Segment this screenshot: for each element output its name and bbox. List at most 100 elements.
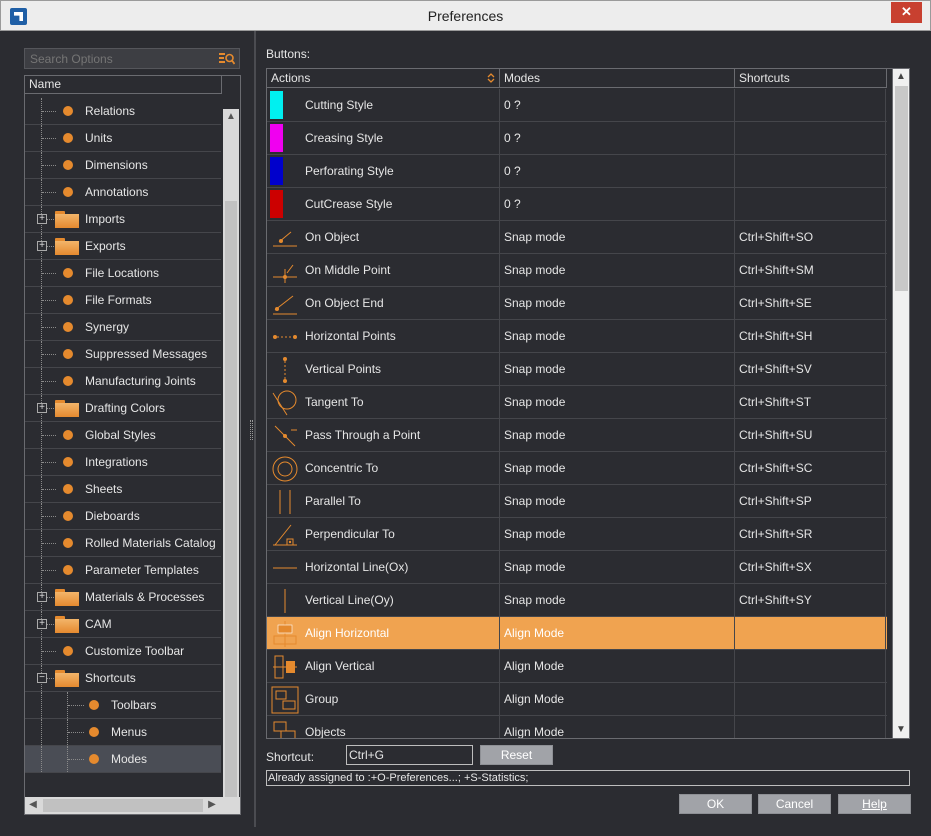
grid-vertical-scrollbar[interactable]: ▲ ▼ [892,69,909,738]
tangent-icon [272,390,297,416]
tree-item[interactable]: Customize Toolbar [25,638,221,665]
splitter-handle[interactable] [250,420,253,440]
close-button[interactable]: ✕ [891,2,922,23]
table-row[interactable]: Objects Align Mode [267,716,887,738]
tree-item[interactable]: File Locations [25,260,221,287]
tree-item-label: Imports [85,212,126,226]
table-row[interactable]: Perforating Style 0 ? [267,155,887,188]
tree-hscroll-thumb[interactable] [43,799,203,812]
bullet-icon [89,754,99,764]
table-row[interactable]: Vertical Line(Oy) Snap mode Ctrl+Shift+SY [267,584,887,617]
tree-item[interactable]: File Formats [25,287,221,314]
tree-horizontal-scrollbar[interactable]: ◀ ▶ [25,797,240,814]
tree-item[interactable]: Global Styles [25,422,221,449]
table-row[interactable]: Align Vertical Align Mode [267,650,887,683]
tree-item-label: Relations [85,104,136,118]
shortcut-input[interactable] [346,745,473,765]
table-row[interactable]: Horizontal Points Snap mode Ctrl+Shift+SH [267,320,887,353]
tree-item[interactable]: + Imports [25,206,221,233]
tree-scroll-thumb[interactable] [225,201,237,806]
grid-scroll-down-icon[interactable]: ▼ [893,722,909,738]
expand-icon[interactable]: + [37,592,47,602]
action-name: Align Horizontal [305,626,390,640]
tree-item[interactable]: Synergy [25,314,221,341]
shortcut-cell: Ctrl+Shift+SH [735,320,886,353]
grid-scroll-thumb[interactable] [895,86,908,291]
scroll-right-icon[interactable]: ▶ [204,797,220,813]
table-row[interactable]: Perpendicular To Snap mode Ctrl+Shift+SR [267,518,887,551]
tree-item-label: Integrations [85,455,148,469]
table-row[interactable]: Vertical Points Snap mode Ctrl+Shift+SV [267,353,887,386]
tree-vertical-scrollbar[interactable]: ▲ ▼ [223,109,239,814]
table-row[interactable]: Creasing Style 0 ? [267,122,887,155]
tree-item[interactable]: Rolled Materials Catalog [25,530,221,557]
tree-item[interactable]: Integrations [25,449,221,476]
tree-item[interactable]: Relations [25,98,221,125]
tree-header-name[interactable]: Name [25,76,222,94]
tree-item[interactable]: Sheets [25,476,221,503]
mode-cell: Snap mode [500,386,735,419]
scroll-up-icon[interactable]: ▲ [223,109,239,125]
action-name: Horizontal Points [305,329,396,343]
perpendicular-icon [273,524,297,546]
tree-item[interactable]: + CAM [25,611,221,638]
tree-item[interactable]: Toolbars [25,692,221,719]
expand-icon[interactable]: + [37,214,47,224]
table-row[interactable]: On Object End Snap mode Ctrl+Shift+SE [267,287,887,320]
table-row[interactable]: Horizontal Line(Ox) Snap mode Ctrl+Shift+S… [267,551,887,584]
align-horizontal-icon [273,621,297,647]
collapse-icon[interactable]: − [37,673,47,683]
table-row[interactable]: Group Align Mode [267,683,887,716]
ok-button[interactable]: OK [679,794,752,814]
tree-item[interactable]: Annotations [25,179,221,206]
action-cell: Vertical Points [267,353,500,386]
action-name: Tangent To [305,395,364,409]
grid-scroll-up-icon[interactable]: ▲ [893,69,909,85]
buttons-section-label: Buttons: [266,47,311,61]
middle-point-icon [273,264,297,283]
sort-icon[interactable] [486,72,496,84]
column-header-modes[interactable]: Modes [500,69,735,88]
expand-icon[interactable]: + [37,619,47,629]
tree-item[interactable]: Modes [25,746,221,773]
tree-item[interactable]: Menus [25,719,221,746]
expand-icon[interactable]: + [37,241,47,251]
table-row[interactable]: Cutting Style 0 ? [267,89,887,122]
table-row[interactable]: CutCrease Style 0 ? [267,188,887,221]
column-header-actions[interactable]: Actions [267,69,500,88]
tree-item[interactable]: − Shortcuts [25,665,221,692]
reset-button[interactable]: Reset [480,745,553,765]
tree-item[interactable]: Parameter Templates [25,557,221,584]
scroll-left-icon[interactable]: ◀ [25,797,41,813]
window-title: Preferences [427,8,504,24]
assigned-info: Already assigned to :+O-Preferences...; … [266,770,910,786]
tree-item[interactable]: + Materials & Processes [25,584,221,611]
mode-cell: Align Mode [500,617,735,650]
expand-icon[interactable]: + [37,403,47,413]
tree-item[interactable]: Manufacturing Joints [25,368,221,395]
action-name: Pass Through a Point [305,428,421,442]
tree-item[interactable]: Units [25,125,221,152]
cancel-button[interactable]: Cancel [758,794,831,814]
tree-item[interactable]: + Exports [25,233,221,260]
tree-item-label: Toolbars [111,698,157,712]
action-name: Cutting Style [305,98,374,112]
tree-item[interactable]: Dieboards [25,503,221,530]
search-icon[interactable] [219,52,235,66]
table-row[interactable]: On Middle Point Snap mode Ctrl+Shift+SM [267,254,887,287]
action-name: Group [305,692,339,706]
search-input[interactable] [25,49,215,68]
tree-item[interactable]: + Drafting Colors [25,395,221,422]
tree-item[interactable]: Suppressed Messages [25,341,221,368]
tree-item[interactable]: Dimensions [25,152,221,179]
table-row[interactable]: Tangent To Snap mode Ctrl+Shift+ST [267,386,887,419]
help-button[interactable]: Help [838,794,911,814]
table-row[interactable]: Parallel To Snap mode Ctrl+Shift+SP [267,485,887,518]
table-row[interactable]: Align Horizontal Align Mode [267,617,887,650]
table-row[interactable]: Pass Through a Point Snap mode Ctrl+Shift+… [267,419,887,452]
align-vertical-icon [273,655,297,679]
bullet-icon [63,106,73,116]
table-row[interactable]: Concentric To Snap mode Ctrl+Shift+SC [267,452,887,485]
table-row[interactable]: On Object Snap mode Ctrl+Shift+SO [267,221,887,254]
column-header-shortcuts[interactable]: Shortcuts [735,69,887,88]
